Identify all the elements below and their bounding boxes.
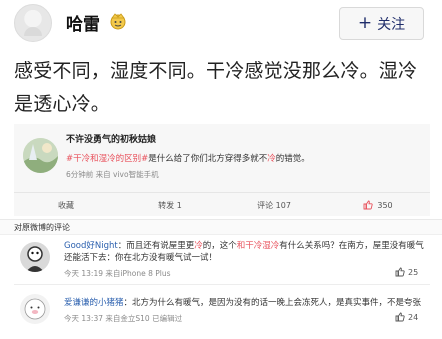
comment-highlight-2: 和干冷湿冷 [236,241,280,251]
comment-meta: 今天 13:37 来自金立S10 已编辑过 [64,314,183,323]
comment-avatar[interactable] [20,242,50,272]
comment-label: 评论 107 [257,200,291,210]
like-button[interactable]: 350 [326,193,430,217]
favorite-label: 收藏 [58,200,74,210]
comment-meta: 今天 13:19 来自iPhone 8 Plus [64,269,171,278]
thumbs-up-icon [363,200,373,210]
quote-author-name[interactable]: 不许没勇气的初秋姑娘 [66,132,156,145]
comment-like-button[interactable]: 24 [395,312,418,322]
vip-badge-icon [110,13,126,30]
comment-text-part-2: 的，这个 [202,241,237,251]
comment-avatar[interactable] [20,294,50,324]
quoted-post-card[interactable]: 不许没勇气的初秋姑娘 #干冷和湿冷的区别#是什么给了你们北方穿得多就不冷的错觉。… [14,124,430,216]
like-count: 350 [377,200,393,210]
quote-body-text-2: 的错觉。 [275,154,310,164]
forward-button[interactable]: 转发 1 [118,193,222,217]
thumbs-up-icon [395,312,405,322]
comment-like-count: 25 [408,267,419,277]
forward-label: 转发 1 [158,200,182,210]
quote-meta: 6分钟前 来自 vivo智能手机 [66,170,159,179]
quote-body: #干冷和湿冷的区别#是什么给了你们北方穿得多就不冷的错觉。 [66,152,426,164]
comment-text-part-1: ：而且还有说屋里更 [117,241,195,251]
quote-action-bar: 收藏 转发 1 评论 107 350 [14,192,430,217]
comment-text: 爱谦谦的小猪猪：北方为什么有暖气，是因为没有的话一晚上会冻死人，是真实事件，不是… [64,297,424,309]
username[interactable]: 哈雷 [66,10,100,35]
user-avatar[interactable] [14,4,52,42]
comment-button[interactable]: 评论 107 [222,193,326,217]
plus-icon: + [357,13,373,33]
comment-username[interactable]: 爱谦谦的小猪猪 [64,298,124,308]
comment-like-button[interactable]: 25 [395,267,418,277]
comment-divider [14,284,430,285]
thumbs-up-icon [395,267,405,277]
follow-button[interactable]: + 关注 [339,7,424,40]
comments-section-title: 对原微博的评论 [14,223,70,232]
hashtag-link[interactable]: #干冷和湿冷的区别# [66,154,148,164]
comment-text-body: ：北方为什么有暖气，是因为没有的话一晚上会冻死人，是真实事件，不是夸张 [123,298,422,308]
favorite-button[interactable]: 收藏 [14,193,118,217]
comment-highlight-1: 冷 [194,241,203,251]
follow-label: 关注 [377,16,406,33]
comment-text: Good好Night：而且还有说屋里更冷的，这个和干冷湿冷有什么关系吗？在南方，… [64,240,424,264]
quote-body-highlight: 冷 [267,154,276,164]
comment-username[interactable]: Good好Night [64,241,118,251]
quote-author-avatar[interactable] [23,138,58,173]
comment-like-count: 24 [408,312,419,322]
post-text: 感受不同，湿度不同。干冷感觉没那么冷。湿冷是透心冷。 [14,60,418,115]
quote-body-text-1: 是什么给了你们北方穿得多就不 [148,154,268,164]
